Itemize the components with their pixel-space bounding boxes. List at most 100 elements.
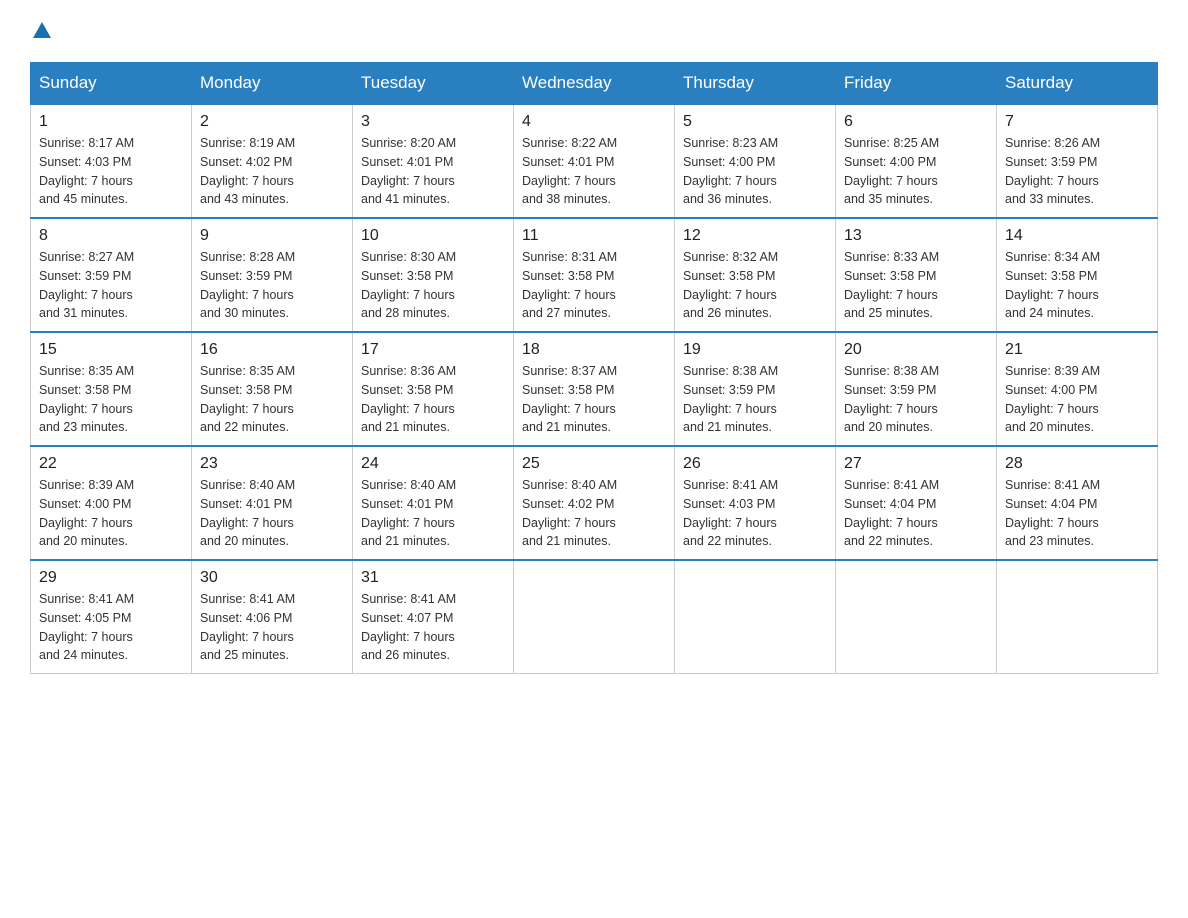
day-cell-4: 4 Sunrise: 8:22 AM Sunset: 4:01 PM Dayli… xyxy=(514,104,675,218)
day-cell-8: 8 Sunrise: 8:27 AM Sunset: 3:59 PM Dayli… xyxy=(31,218,192,332)
day-number: 7 xyxy=(1005,113,1149,131)
day-number: 9 xyxy=(200,227,344,245)
day-number: 21 xyxy=(1005,341,1149,359)
day-info: Sunrise: 8:27 AM Sunset: 3:59 PM Dayligh… xyxy=(39,248,183,323)
day-number: 14 xyxy=(1005,227,1149,245)
week-row-1: 1 Sunrise: 8:17 AM Sunset: 4:03 PM Dayli… xyxy=(31,104,1158,218)
day-cell-2: 2 Sunrise: 8:19 AM Sunset: 4:02 PM Dayli… xyxy=(192,104,353,218)
day-info: Sunrise: 8:41 AM Sunset: 4:04 PM Dayligh… xyxy=(844,476,988,551)
day-cell-24: 24 Sunrise: 8:40 AM Sunset: 4:01 PM Dayl… xyxy=(353,446,514,560)
day-number: 15 xyxy=(39,341,183,359)
day-cell-13: 13 Sunrise: 8:33 AM Sunset: 3:58 PM Dayl… xyxy=(836,218,997,332)
day-number: 19 xyxy=(683,341,827,359)
day-info: Sunrise: 8:41 AM Sunset: 4:04 PM Dayligh… xyxy=(1005,476,1149,551)
empty-cell xyxy=(997,560,1158,674)
day-info: Sunrise: 8:20 AM Sunset: 4:01 PM Dayligh… xyxy=(361,134,505,209)
day-info: Sunrise: 8:36 AM Sunset: 3:58 PM Dayligh… xyxy=(361,362,505,437)
day-info: Sunrise: 8:32 AM Sunset: 3:58 PM Dayligh… xyxy=(683,248,827,323)
day-number: 4 xyxy=(522,113,666,131)
day-number: 26 xyxy=(683,455,827,473)
day-number: 25 xyxy=(522,455,666,473)
day-cell-20: 20 Sunrise: 8:38 AM Sunset: 3:59 PM Dayl… xyxy=(836,332,997,446)
week-row-3: 15 Sunrise: 8:35 AM Sunset: 3:58 PM Dayl… xyxy=(31,332,1158,446)
day-cell-28: 28 Sunrise: 8:41 AM Sunset: 4:04 PM Dayl… xyxy=(997,446,1158,560)
day-info: Sunrise: 8:41 AM Sunset: 4:07 PM Dayligh… xyxy=(361,590,505,665)
day-number: 31 xyxy=(361,569,505,587)
day-info: Sunrise: 8:39 AM Sunset: 4:00 PM Dayligh… xyxy=(39,476,183,551)
logo xyxy=(30,20,85,42)
day-number: 22 xyxy=(39,455,183,473)
day-cell-25: 25 Sunrise: 8:40 AM Sunset: 4:02 PM Dayl… xyxy=(514,446,675,560)
day-number: 27 xyxy=(844,455,988,473)
day-cell-17: 17 Sunrise: 8:36 AM Sunset: 3:58 PM Dayl… xyxy=(353,332,514,446)
day-info: Sunrise: 8:31 AM Sunset: 3:58 PM Dayligh… xyxy=(522,248,666,323)
day-info: Sunrise: 8:28 AM Sunset: 3:59 PM Dayligh… xyxy=(200,248,344,323)
day-number: 18 xyxy=(522,341,666,359)
logo-triangle-icon xyxy=(31,20,53,42)
day-number: 2 xyxy=(200,113,344,131)
day-number: 24 xyxy=(361,455,505,473)
day-cell-9: 9 Sunrise: 8:28 AM Sunset: 3:59 PM Dayli… xyxy=(192,218,353,332)
day-cell-12: 12 Sunrise: 8:32 AM Sunset: 3:58 PM Dayl… xyxy=(675,218,836,332)
day-info: Sunrise: 8:22 AM Sunset: 4:01 PM Dayligh… xyxy=(522,134,666,209)
day-info: Sunrise: 8:17 AM Sunset: 4:03 PM Dayligh… xyxy=(39,134,183,209)
day-info: Sunrise: 8:33 AM Sunset: 3:58 PM Dayligh… xyxy=(844,248,988,323)
day-cell-1: 1 Sunrise: 8:17 AM Sunset: 4:03 PM Dayli… xyxy=(31,104,192,218)
day-number: 8 xyxy=(39,227,183,245)
day-cell-29: 29 Sunrise: 8:41 AM Sunset: 4:05 PM Dayl… xyxy=(31,560,192,674)
day-info: Sunrise: 8:26 AM Sunset: 3:59 PM Dayligh… xyxy=(1005,134,1149,209)
day-info: Sunrise: 8:37 AM Sunset: 3:58 PM Dayligh… xyxy=(522,362,666,437)
day-number: 12 xyxy=(683,227,827,245)
calendar-table: SundayMondayTuesdayWednesdayThursdayFrid… xyxy=(30,62,1158,674)
day-cell-18: 18 Sunrise: 8:37 AM Sunset: 3:58 PM Dayl… xyxy=(514,332,675,446)
day-info: Sunrise: 8:39 AM Sunset: 4:00 PM Dayligh… xyxy=(1005,362,1149,437)
day-cell-22: 22 Sunrise: 8:39 AM Sunset: 4:00 PM Dayl… xyxy=(31,446,192,560)
day-cell-31: 31 Sunrise: 8:41 AM Sunset: 4:07 PM Dayl… xyxy=(353,560,514,674)
day-number: 23 xyxy=(200,455,344,473)
day-cell-26: 26 Sunrise: 8:41 AM Sunset: 4:03 PM Dayl… xyxy=(675,446,836,560)
day-info: Sunrise: 8:38 AM Sunset: 3:59 PM Dayligh… xyxy=(683,362,827,437)
day-info: Sunrise: 8:40 AM Sunset: 4:01 PM Dayligh… xyxy=(361,476,505,551)
day-number: 13 xyxy=(844,227,988,245)
day-info: Sunrise: 8:30 AM Sunset: 3:58 PM Dayligh… xyxy=(361,248,505,323)
day-cell-16: 16 Sunrise: 8:35 AM Sunset: 3:58 PM Dayl… xyxy=(192,332,353,446)
day-number: 17 xyxy=(361,341,505,359)
day-number: 11 xyxy=(522,227,666,245)
day-number: 1 xyxy=(39,113,183,131)
day-number: 29 xyxy=(39,569,183,587)
calendar-header-row: SundayMondayTuesdayWednesdayThursdayFrid… xyxy=(31,63,1158,105)
day-info: Sunrise: 8:19 AM Sunset: 4:02 PM Dayligh… xyxy=(200,134,344,209)
col-header-friday: Friday xyxy=(836,63,997,105)
day-info: Sunrise: 8:25 AM Sunset: 4:00 PM Dayligh… xyxy=(844,134,988,209)
day-cell-7: 7 Sunrise: 8:26 AM Sunset: 3:59 PM Dayli… xyxy=(997,104,1158,218)
day-number: 6 xyxy=(844,113,988,131)
day-cell-30: 30 Sunrise: 8:41 AM Sunset: 4:06 PM Dayl… xyxy=(192,560,353,674)
day-cell-6: 6 Sunrise: 8:25 AM Sunset: 4:00 PM Dayli… xyxy=(836,104,997,218)
day-info: Sunrise: 8:35 AM Sunset: 3:58 PM Dayligh… xyxy=(200,362,344,437)
week-row-4: 22 Sunrise: 8:39 AM Sunset: 4:00 PM Dayl… xyxy=(31,446,1158,560)
day-number: 30 xyxy=(200,569,344,587)
day-number: 16 xyxy=(200,341,344,359)
day-number: 3 xyxy=(361,113,505,131)
day-cell-27: 27 Sunrise: 8:41 AM Sunset: 4:04 PM Dayl… xyxy=(836,446,997,560)
empty-cell xyxy=(675,560,836,674)
day-info: Sunrise: 8:40 AM Sunset: 4:01 PM Dayligh… xyxy=(200,476,344,551)
col-header-monday: Monday xyxy=(192,63,353,105)
day-info: Sunrise: 8:38 AM Sunset: 3:59 PM Dayligh… xyxy=(844,362,988,437)
day-cell-21: 21 Sunrise: 8:39 AM Sunset: 4:00 PM Dayl… xyxy=(997,332,1158,446)
col-header-thursday: Thursday xyxy=(675,63,836,105)
col-header-wednesday: Wednesday xyxy=(514,63,675,105)
page-header xyxy=(30,20,1158,42)
week-row-5: 29 Sunrise: 8:41 AM Sunset: 4:05 PM Dayl… xyxy=(31,560,1158,674)
week-row-2: 8 Sunrise: 8:27 AM Sunset: 3:59 PM Dayli… xyxy=(31,218,1158,332)
empty-cell xyxy=(514,560,675,674)
day-info: Sunrise: 8:23 AM Sunset: 4:00 PM Dayligh… xyxy=(683,134,827,209)
day-info: Sunrise: 8:41 AM Sunset: 4:03 PM Dayligh… xyxy=(683,476,827,551)
day-number: 10 xyxy=(361,227,505,245)
day-cell-19: 19 Sunrise: 8:38 AM Sunset: 3:59 PM Dayl… xyxy=(675,332,836,446)
day-cell-10: 10 Sunrise: 8:30 AM Sunset: 3:58 PM Dayl… xyxy=(353,218,514,332)
col-header-saturday: Saturday xyxy=(997,63,1158,105)
day-cell-14: 14 Sunrise: 8:34 AM Sunset: 3:58 PM Dayl… xyxy=(997,218,1158,332)
empty-cell xyxy=(836,560,997,674)
day-cell-23: 23 Sunrise: 8:40 AM Sunset: 4:01 PM Dayl… xyxy=(192,446,353,560)
